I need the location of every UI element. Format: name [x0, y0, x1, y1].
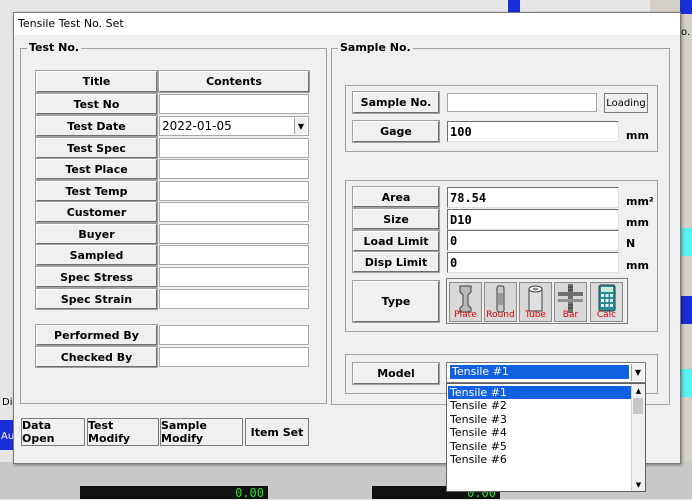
dropdown-scrollbar[interactable]: ▲ ▼ [631, 384, 645, 491]
sample-no-input[interactable] [447, 93, 597, 112]
sample-modify-button[interactable]: Sample Modify [160, 418, 243, 446]
disp-limit-unit: mm [626, 259, 649, 272]
background-blue-strip [680, 296, 692, 324]
area-unit: mm² [626, 195, 654, 208]
scroll-thumb[interactable] [633, 398, 643, 414]
test-spec-input[interactable] [159, 138, 309, 158]
row-label-buyer: Buyer [35, 223, 158, 245]
row-label-spec-strain: Spec Strain [35, 288, 158, 310]
row-label-performed-by: Performed By [35, 324, 158, 346]
model-selected-value: Tensile #1 [450, 365, 629, 379]
dialog-titlebar[interactable]: Tensile Test No. Set [14, 13, 680, 35]
test-place-input[interactable] [159, 159, 309, 179]
rebar-specimen-icon[interactable]: Bar [554, 282, 587, 322]
test-temp-input[interactable] [159, 181, 309, 201]
chevron-down-icon[interactable]: ▼ [294, 118, 307, 134]
model-option-tensile-4[interactable]: Tensile #4 [448, 426, 633, 439]
round-specimen-icon[interactable]: Round [484, 282, 517, 322]
background-fragment-text: o. [681, 27, 691, 38]
gage-label: Gage [352, 120, 440, 143]
row-label-test-place: Test Place [35, 158, 158, 180]
scroll-down-icon[interactable]: ▼ [632, 478, 645, 491]
sampled-input[interactable] [159, 245, 309, 265]
size-label: Size [352, 208, 440, 230]
type-round-label: Round [486, 310, 515, 320]
test-no-header-contents: Contents [158, 70, 310, 93]
spec-strain-input[interactable] [159, 289, 309, 309]
row-label-test-no: Test No [35, 93, 158, 115]
chevron-down-icon[interactable]: ▼ [631, 364, 644, 381]
background-cyan-strip [680, 228, 692, 256]
test-modify-button[interactable]: Test Modify [87, 418, 159, 446]
checked-by-input[interactable] [159, 347, 309, 367]
load-limit-input[interactable]: 0 [447, 230, 619, 251]
model-label: Model [352, 362, 440, 385]
background-cyan-strip [680, 369, 692, 397]
type-calc-label: Calc [596, 310, 617, 320]
model-option-tensile-2[interactable]: Tensile #2 [448, 399, 633, 412]
test-date-combo[interactable]: 2022-01-05 ▼ [159, 116, 309, 136]
test-no-group-label: Test No. [27, 41, 82, 54]
row-label-spec-stress: Spec Stress [35, 266, 158, 288]
type-tube-label: Tube [524, 310, 547, 320]
type-plate-label: Plate [454, 310, 477, 320]
loading-button[interactable]: Loading [604, 93, 648, 113]
spec-stress-input[interactable] [159, 267, 309, 287]
row-label-test-date: Test Date [35, 115, 158, 137]
model-select[interactable]: Tensile #1 ▼ [446, 362, 646, 383]
type-bar-label: Bar [562, 310, 579, 320]
gage-unit: mm [626, 129, 649, 142]
area-label: Area [352, 186, 440, 208]
customer-input[interactable] [159, 202, 309, 222]
model-option-tensile-6[interactable]: Tensile #6 [448, 453, 633, 466]
background-lcd-display: 0.00 [80, 486, 268, 500]
test-date-value: 2022-01-05 [162, 119, 232, 133]
calculator-icon[interactable]: Calc [590, 282, 623, 322]
dialog-title: Tensile Test No. Set [18, 17, 124, 30]
type-selector: Plate Round Tube Bar Calc [446, 278, 628, 324]
scroll-up-icon[interactable]: ▲ [632, 384, 645, 397]
test-no-input[interactable] [159, 94, 309, 114]
load-limit-unit: N [626, 237, 636, 250]
size-unit: mm [626, 216, 649, 229]
buyer-input[interactable] [159, 224, 309, 244]
tube-specimen-icon[interactable]: Tube [519, 282, 552, 322]
model-option-tensile-3[interactable]: Tensile #3 [448, 413, 633, 426]
background-blue-strip [680, 0, 692, 14]
performed-by-input[interactable] [159, 325, 309, 345]
row-label-customer: Customer [35, 201, 158, 223]
row-label-test-spec: Test Spec [35, 137, 158, 159]
size-input[interactable]: D10 [447, 209, 619, 230]
type-label: Type [352, 280, 440, 323]
sample-no-group-label: Sample No. [338, 41, 413, 54]
model-option-tensile-5[interactable]: Tensile #5 [448, 440, 633, 453]
data-open-button[interactable]: Data Open [21, 418, 85, 446]
plate-specimen-icon[interactable]: Plate [449, 282, 482, 322]
item-set-button[interactable]: Item Set [245, 418, 309, 446]
model-dropdown-list: Tensile #1 Tensile #2 Tensile #3 Tensile… [446, 383, 646, 492]
load-limit-label: Load Limit [352, 230, 440, 252]
row-label-sampled: Sampled [35, 244, 158, 266]
gage-input[interactable]: 100 [447, 121, 619, 142]
disp-limit-input[interactable]: 0 [447, 252, 619, 273]
test-no-header-title: Title [35, 70, 158, 93]
background-blue-strip [508, 0, 520, 12]
area-input[interactable]: 78.54 [447, 187, 619, 208]
row-label-checked-by: Checked By [35, 346, 158, 368]
row-label-test-temp: Test Temp [35, 180, 158, 202]
disp-limit-label: Disp Limit [352, 251, 440, 273]
sample-no-label: Sample No. [352, 91, 440, 114]
model-option-tensile-1[interactable]: Tensile #1 [448, 386, 633, 399]
